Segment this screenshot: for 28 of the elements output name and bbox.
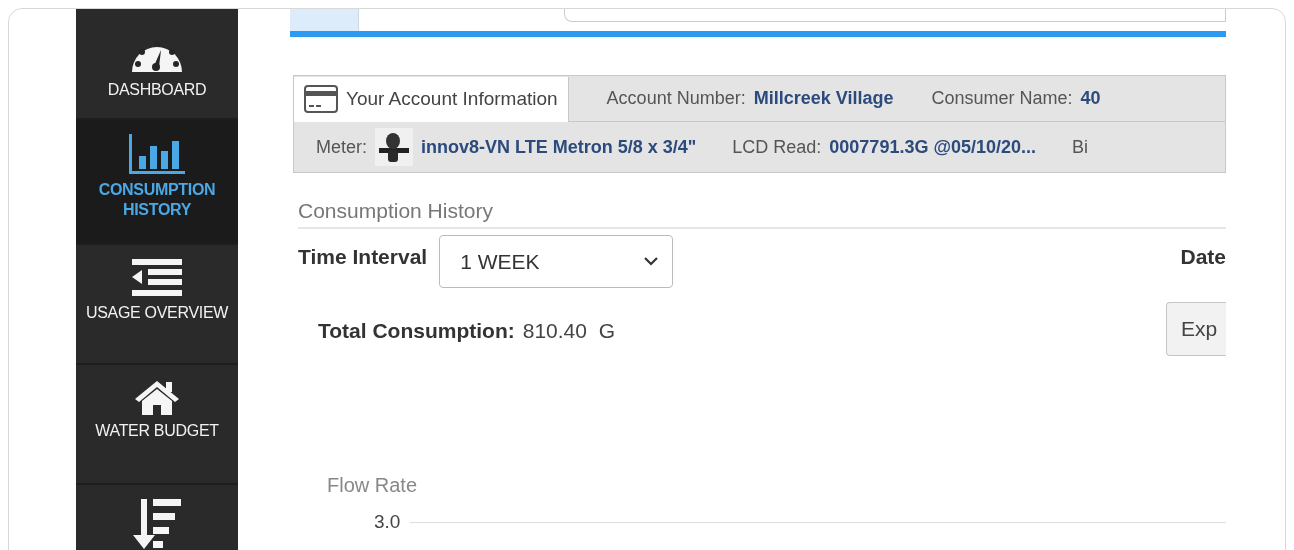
meter-field: LCD Read: 0007791.3G @05/10/20... [732, 136, 1037, 158]
field-label: Time Interval [298, 245, 428, 269]
sidebar-item[interactable] [76, 485, 238, 550]
sidebar-item[interactable]: CONSUMPTION HISTORY [76, 120, 238, 245]
account-info-tab[interactable]: Your Account Information [294, 76, 569, 122]
export-button[interactable]: Exp [1166, 302, 1226, 356]
interval-select[interactable]: 1 WEEK [439, 235, 674, 288]
total-label: Total Consumption: [318, 319, 515, 343]
sidebar-item[interactable]: USAGE OVERVIEW [76, 245, 238, 365]
tab[interactable] [290, 9, 359, 31]
axis-title: Flow Rate [327, 474, 419, 497]
bar-chart-icon [129, 134, 185, 174]
field-label: Date [1180, 245, 1226, 269]
account-field: Account Number: Millcreek Village [606, 88, 894, 109]
credit-card-icon [304, 85, 338, 113]
meter-field: Bi [1072, 136, 1089, 158]
total-value: 810.40 G [522, 319, 615, 343]
account-field: Consumer Name: 40 [931, 88, 1101, 109]
axis-tick: 3.0 [374, 511, 401, 533]
sidebar-item[interactable]: WATER BUDGET [76, 365, 238, 485]
indent-list-icon [132, 259, 182, 297]
meter-icon [375, 128, 413, 166]
sort-descending-icon [133, 499, 181, 550]
home-icon [134, 379, 180, 415]
sidebar-item[interactable]: DASHBOARD [76, 9, 238, 120]
meter-field: Meter: innov8-VN LTE Metron 5/8 x 3/4" [316, 128, 697, 166]
section-title: Consumption History [298, 173, 1226, 229]
chevron-down-icon [644, 257, 659, 266]
